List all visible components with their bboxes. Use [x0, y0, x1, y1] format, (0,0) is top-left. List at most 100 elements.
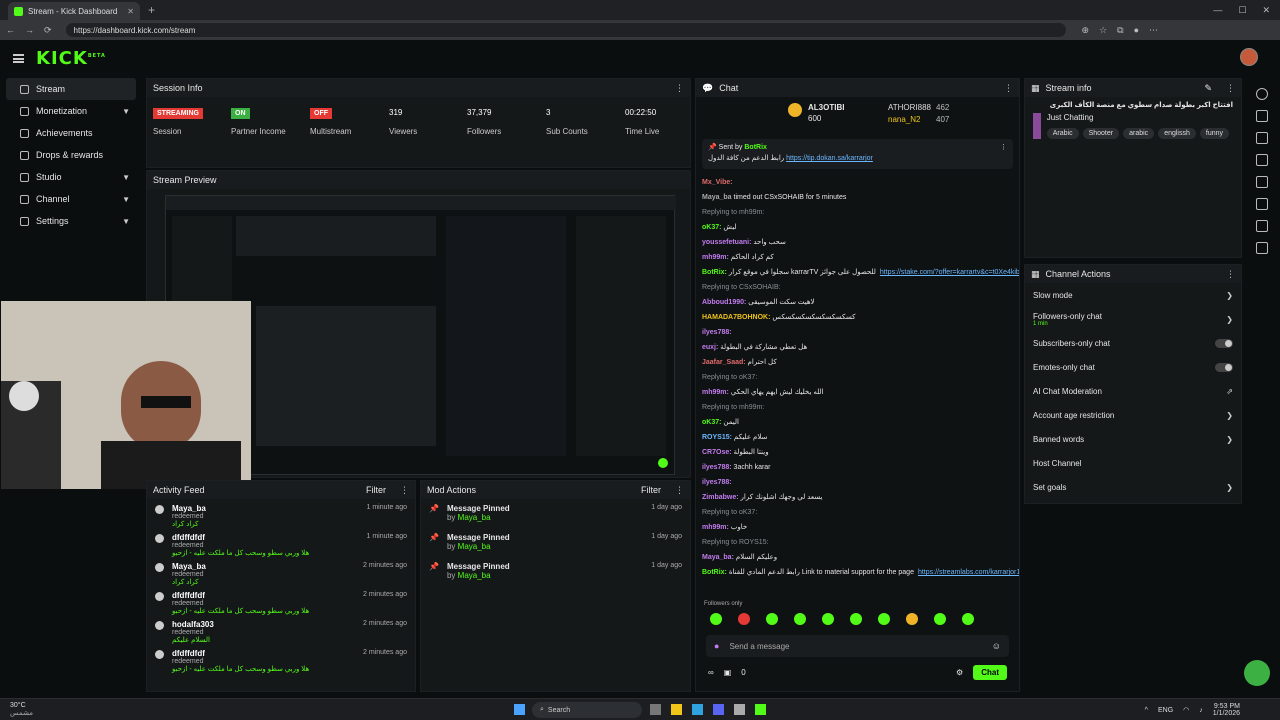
volume-icon[interactable]: ♪	[1199, 707, 1203, 714]
chat-message[interactable]: ilyes788:	[696, 325, 1019, 340]
chat-username[interactable]: oK37:	[702, 419, 721, 426]
chat-username[interactable]: oK37:	[702, 224, 721, 231]
chat-link[interactable]: https://stake.com/?offer=karrartv&c=t0Xe…	[880, 269, 1019, 276]
profile-icon[interactable]: ●	[1134, 25, 1139, 36]
kick-app-icon[interactable]	[755, 704, 766, 715]
emote-icon[interactable]	[850, 613, 862, 625]
emote-icon[interactable]	[794, 613, 806, 625]
chat-username[interactable]: mh99m:	[702, 254, 729, 261]
chat-bubble-icon[interactable]	[1256, 198, 1268, 210]
chat-message[interactable]: euxj: هل تعطي مشاركة في البطولة	[696, 340, 1019, 355]
pinned-message[interactable]: 📌 Sent by BotRix ⋮ رابط الدعم من كافة الد…	[702, 139, 1013, 169]
chat-username[interactable]: ilyes788:	[702, 479, 732, 486]
chat-message[interactable]: ilyes788:	[696, 475, 1019, 490]
chat-username[interactable]: Mx_Vibe:	[702, 179, 733, 186]
clock-date[interactable]: 1/1/2026	[1213, 710, 1240, 717]
chat-username[interactable]: ilyes788:	[702, 329, 732, 336]
chat-username[interactable]: euxj:	[702, 344, 718, 351]
emote-icon[interactable]	[738, 613, 750, 625]
chat-message[interactable]: mh99m: خاوب	[696, 520, 1019, 535]
mic-icon[interactable]: ●	[714, 641, 719, 651]
chat-message[interactable]: Maya_ba timed out CSxSOHAIB for 5 minute…	[696, 190, 1019, 205]
chat-username[interactable]: mh99m:	[702, 389, 729, 396]
chat-message[interactable]: Maya_ba: وعليكم السلام	[696, 550, 1019, 565]
emotes-only-toggle[interactable]	[1215, 362, 1233, 372]
edit-icon[interactable]: ✎	[1204, 83, 1212, 94]
info-circle-icon[interactable]	[1256, 88, 1268, 100]
grid-icon[interactable]	[1256, 220, 1268, 232]
tag[interactable]: englissh	[1158, 128, 1196, 139]
back-icon[interactable]: ←	[6, 25, 15, 35]
sidebar-item-channel[interactable]: Channel ▼	[6, 188, 136, 210]
user-avatar[interactable]	[1240, 48, 1258, 66]
followers-only-item[interactable]: Followers-only chat 1 min ❯	[1025, 307, 1241, 331]
sidebar-item-monetization[interactable]: Monetization ▼	[6, 100, 136, 122]
chat-username[interactable]: CR7Ose:	[702, 449, 732, 456]
chat-message[interactable]: CR7Ose: وينتا البطولة	[696, 445, 1019, 460]
tag[interactable]: arabic	[1123, 128, 1155, 139]
sidebar-item-achievements[interactable]: Achievements	[6, 122, 136, 144]
help-chat-icon[interactable]	[1244, 660, 1270, 686]
set-goals-item[interactable]: Set goals ❯	[1025, 475, 1241, 499]
forward-icon[interactable]: →	[25, 25, 34, 35]
chat-username[interactable]: BotRix:	[702, 569, 727, 576]
extensions-icon[interactable]: ⧉	[1117, 25, 1123, 36]
discord-icon[interactable]	[713, 704, 724, 715]
sidebar-item-stream[interactable]: Stream	[6, 78, 136, 100]
emote-icon[interactable]	[934, 613, 946, 625]
kick-logo[interactable]: KICKBETA	[36, 48, 106, 69]
chat-message[interactable]: BotRix: رابط الدعم المادي للقناة Link to…	[696, 565, 1019, 580]
windows-start-icon[interactable]	[514, 704, 525, 715]
points-icon[interactable]: ∞	[708, 668, 714, 677]
maximize-icon[interactable]: ☐	[1238, 5, 1246, 16]
clock-time[interactable]: 9:53 PM	[1213, 703, 1240, 710]
url-field[interactable]: https://dashboard.kick.com/stream	[65, 23, 1066, 37]
chat-username[interactable]: Jaafar_Saad:	[702, 359, 746, 366]
chat-message[interactable]: Zimbabwe: يسعد لي وجهك اشلونك كرار	[696, 490, 1019, 505]
chat-link[interactable]: https://streamlabs.com/karrarjor1/tip	[918, 569, 1019, 576]
chat-username[interactable]: mh99m:	[702, 524, 729, 531]
tag[interactable]: Arabic	[1046, 128, 1079, 139]
wifi-icon[interactable]: ◠	[1183, 706, 1189, 714]
chat-message[interactable]: ROYS15: سلام عليكم	[696, 430, 1019, 445]
chat-message[interactable]: oK37: اليمن	[696, 415, 1019, 430]
wrench-icon[interactable]	[1256, 242, 1268, 254]
chat-message[interactable]: youssefetuani: سحب واحد	[696, 235, 1019, 250]
more-icon[interactable]: ⋮	[400, 485, 409, 496]
emote-icon[interactable]	[962, 613, 974, 625]
calculator-icon[interactable]	[734, 704, 745, 715]
taskbar-search[interactable]: ⌕ Search	[532, 702, 642, 718]
chat-username[interactable]: ilyes788:	[702, 464, 732, 471]
weather-widget[interactable]: 30°C مشمس	[10, 702, 33, 717]
more-icon[interactable]: ⋮	[675, 485, 684, 496]
hamburger-menu-icon[interactable]	[13, 53, 24, 63]
more-icon[interactable]: ⋮	[1226, 83, 1235, 94]
sidebar-item-settings[interactable]: Settings ▼	[6, 210, 136, 232]
chat-username[interactable]: BotRix:	[702, 269, 727, 276]
chat-message[interactable]: oK37: ليش	[696, 220, 1019, 235]
gear-icon[interactable]: ⚙	[956, 668, 963, 677]
chat-message[interactable]: BotRix: سجلوا في موقع كرار karrarTV للحص…	[696, 265, 1019, 280]
tray-chevron-icon[interactable]: ^	[1145, 707, 1148, 714]
emote-icon[interactable]	[906, 613, 918, 625]
bolt-icon[interactable]	[1256, 154, 1268, 166]
subscribers-only-toggle[interactable]	[1215, 338, 1233, 348]
chat-username[interactable]: HAMADA7BOHNOK:	[702, 314, 770, 321]
sidebar-item-studio[interactable]: Studio ▼	[6, 166, 136, 188]
refresh-icon[interactable]: ⟳	[44, 25, 52, 36]
chat-message[interactable]: Jaafar_Saad: كل احترام	[696, 355, 1019, 370]
chat-message[interactable]: HAMADA7BOHNOK: كسكسكسكسكسكسكسكس	[696, 310, 1019, 325]
more-icon[interactable]: ⋮	[1226, 269, 1235, 280]
emote-icon[interactable]	[766, 613, 778, 625]
chat-username[interactable]: Maya_ba:	[702, 554, 734, 561]
mod-filter-button[interactable]: Filter	[641, 485, 661, 495]
chat-message[interactable]: ilyes788: 3achh karar	[696, 460, 1019, 475]
chat-input[interactable]: ● Send a message ☺	[706, 635, 1009, 657]
task-view-icon[interactable]	[650, 704, 661, 715]
chat-message[interactable]: Mx_Vibe:	[696, 175, 1019, 190]
chat-message[interactable]: mh99m: الله يخليك ليش ايهم يهاي الحكي	[696, 385, 1019, 400]
close-tab-icon[interactable]: ✕	[127, 7, 134, 16]
browser-tab[interactable]: Stream - Kick Dashboard ✕	[8, 2, 140, 20]
browser-menu-icon[interactable]: ⋯	[1149, 25, 1158, 36]
chat-username[interactable]: Maya_ba	[702, 194, 732, 201]
